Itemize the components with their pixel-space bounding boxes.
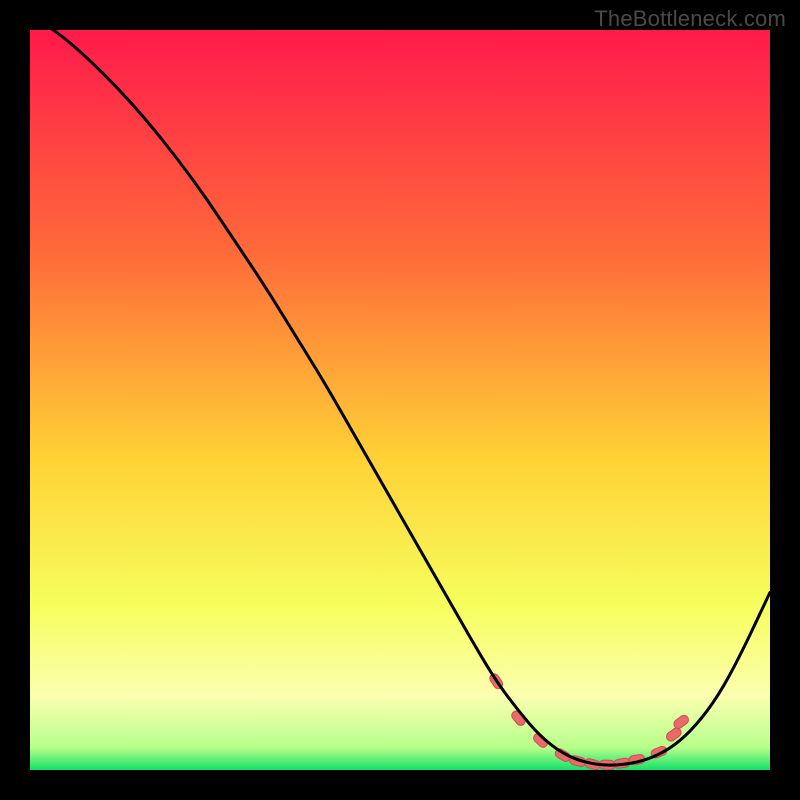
plot-canvas [30,30,770,770]
chart-frame: TheBottleneck.com [0,0,800,800]
gradient-background [30,30,770,770]
watermark-text: TheBottleneck.com [594,6,786,32]
plot-area [30,30,770,770]
